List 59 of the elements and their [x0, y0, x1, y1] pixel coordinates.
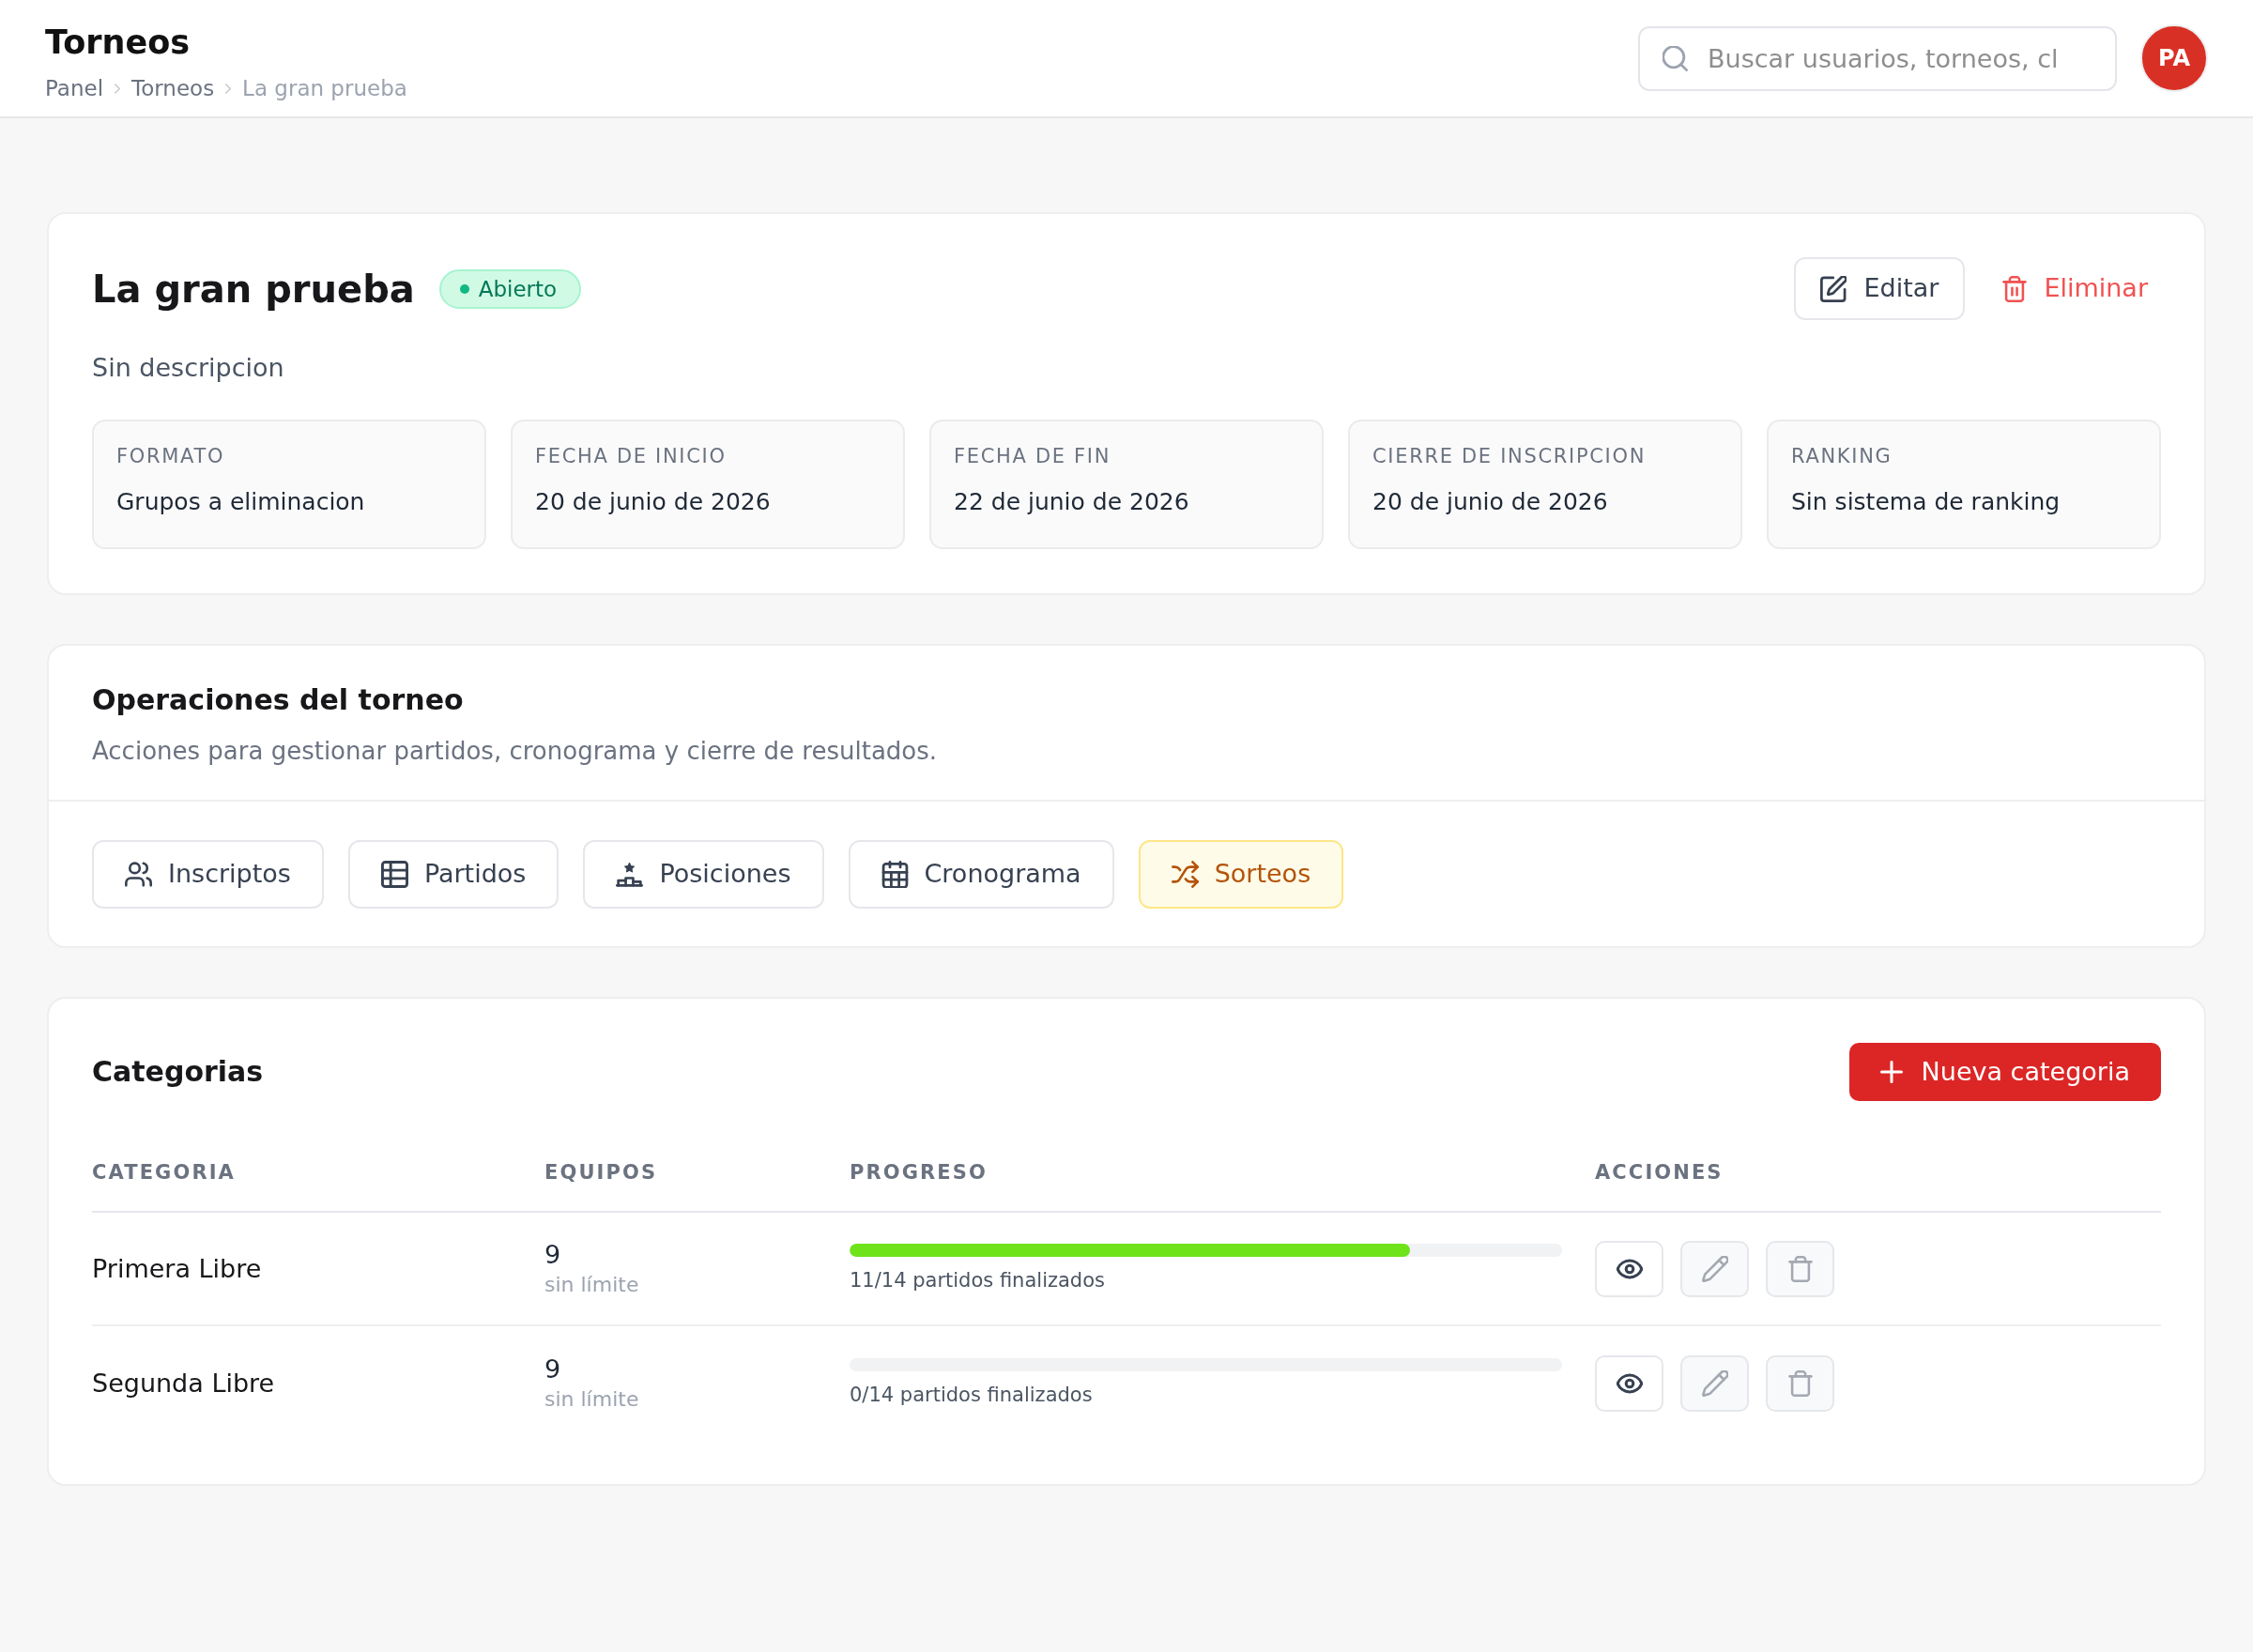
- registrations-button[interactable]: Inscriptos: [92, 840, 324, 909]
- section-subtitle: Acciones para gestionar partidos, cronograma y cierre de resultados.: [92, 736, 938, 767]
- view-button[interactable]: [1595, 1240, 1663, 1297]
- detail-label: FORMATO: [116, 444, 225, 469]
- breadcrumb-item: La gran prueba: [242, 75, 407, 102]
- shuffle-icon: [1171, 861, 1199, 888]
- detail-label: RANKING: [1791, 444, 1893, 469]
- plus-icon: [1879, 1061, 1903, 1083]
- standings-button[interactable]: Posiciones: [583, 840, 824, 909]
- team-limit: sin límite: [544, 1385, 639, 1413]
- breadcrumb-item[interactable]: Torneos: [131, 74, 215, 102]
- detail-value: 22 de junio de 2026: [954, 487, 1189, 517]
- column-header: PROGRESO: [850, 1160, 988, 1185]
- trash-icon: [1786, 1369, 1814, 1397]
- team-count: 9: [544, 1238, 561, 1271]
- team-count: 9: [544, 1353, 561, 1385]
- page-title: Torneos: [45, 23, 191, 63]
- view-button[interactable]: [1595, 1354, 1663, 1412]
- status-label: Abierto: [478, 275, 558, 303]
- calendar-icon: [881, 861, 909, 888]
- schedule-button[interactable]: Cronograma: [848, 840, 1114, 909]
- draws-button[interactable]: Sorteos: [1138, 840, 1344, 909]
- edit-icon: [1820, 275, 1847, 302]
- progress-label: 0/14 partidos finalizados: [850, 1382, 1093, 1408]
- podium-icon: [616, 861, 644, 888]
- detail-value: 20 de junio de 2026: [535, 487, 771, 517]
- people-icon: [125, 861, 152, 888]
- category-name: Segunda Libre: [92, 1367, 275, 1400]
- team-limit: sin límite: [544, 1271, 639, 1298]
- detail-value: Sin sistema de ranking: [1791, 487, 2061, 517]
- detail-label: FECHA DE INICIO: [535, 444, 727, 469]
- section-title: Operaciones del torneo: [92, 682, 464, 718]
- pencil-icon: [1701, 1255, 1728, 1282]
- matches-button[interactable]: Partidos: [347, 840, 559, 909]
- description: Sin descripcion: [92, 352, 285, 384]
- tournament-title: La gran prueba: [92, 266, 415, 313]
- breadcrumb-item[interactable]: Panel: [45, 74, 104, 102]
- progress-label: 11/14 partidos finalizados: [850, 1267, 1105, 1293]
- search-field[interactable]: Buscar usuarios, torneos, cl: [1638, 25, 2117, 91]
- edit-button[interactable]: Editar: [1794, 257, 1966, 320]
- new-category-button[interactable]: Nueva categoria: [1848, 1043, 2161, 1101]
- detail-value: 20 de junio de 2026: [1372, 487, 1608, 517]
- trash-icon: [2002, 275, 2028, 302]
- column-header: CATEGORIA: [92, 1160, 236, 1185]
- search-icon: [1663, 45, 1688, 71]
- delete-button[interactable]: Eliminar: [1989, 257, 2161, 320]
- trash-icon: [1786, 1255, 1814, 1282]
- detail-label: CIERRE DE INSCRIPCION: [1372, 444, 1647, 469]
- chevron-icon: [115, 83, 121, 94]
- detail-label: FECHA DE FIN: [954, 444, 1111, 469]
- pencil-icon: [1701, 1369, 1728, 1397]
- section-title: Categorias: [92, 1054, 264, 1090]
- table-icon: [380, 861, 408, 888]
- chevron-icon: [225, 83, 232, 94]
- user-avatar[interactable]: PA: [2140, 24, 2208, 92]
- category-name: Primera Libre: [92, 1252, 262, 1285]
- column-header: ACCIONES: [1595, 1160, 1724, 1185]
- column-header: EQUIPOS: [544, 1160, 658, 1185]
- detail-value: Grupos a eliminacion: [116, 487, 365, 517]
